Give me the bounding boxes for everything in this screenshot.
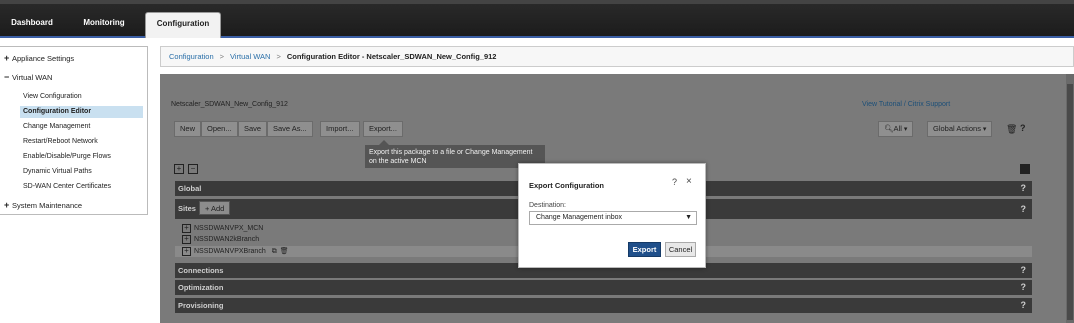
- add-site-button[interactable]: + Add: [198, 201, 231, 215]
- open-button[interactable]: Open...: [201, 121, 238, 137]
- scrollbar-thumb[interactable]: [1067, 84, 1073, 320]
- filter-dropdown[interactable]: 🔍︎All: [878, 121, 914, 137]
- search-icon: 🔍︎: [884, 124, 894, 133]
- expand-icon: +: [4, 200, 10, 210]
- panel-toggle-icon[interactable]: [1020, 164, 1030, 174]
- breadcrumb-separator: >: [219, 52, 225, 61]
- sidebar-virtual-wan[interactable]: − Virtual WAN: [4, 72, 52, 82]
- copy-icon[interactable]: ⧉: [272, 248, 277, 255]
- sidebar-system-maintenance[interactable]: + System Maintenance: [4, 200, 82, 210]
- breadcrumb-separator: >: [276, 52, 281, 61]
- breadcrumb: Configuration > Virtual WAN > Configuration …: [160, 46, 1074, 67]
- top-strip: [0, 0, 1074, 4]
- tab-configuration[interactable]: Configuration: [145, 12, 221, 38]
- collapse-icon: −: [4, 72, 10, 82]
- expand-icon: +: [4, 53, 10, 63]
- help-icon[interactable]: ?: [1020, 123, 1026, 133]
- export-configuration-dialog: Export Configuration ? × Destination: Ch…: [518, 163, 706, 268]
- sidebar-item-change-management[interactable]: Change Management: [22, 121, 145, 133]
- section-optimization-label: Optimization: [178, 283, 224, 292]
- sidebar-item-dynamic-virtual-paths[interactable]: Dynamic Virtual Paths: [22, 166, 145, 178]
- sidebar: + Appliance Settings − Virtual WAN View Co…: [0, 46, 148, 215]
- package-name: Netscaler_SDWAN_New_Config_912: [171, 101, 288, 108]
- cancel-button[interactable]: Cancel: [665, 242, 696, 257]
- help-icon[interactable]: ?: [1021, 263, 1027, 278]
- save-as-button[interactable]: Save As...: [267, 121, 313, 137]
- destination-select[interactable]: Change Management inbox ▼: [529, 211, 697, 225]
- sidebar-item-restart-reboot-network[interactable]: Restart/Reboot Network: [22, 136, 145, 148]
- new-button[interactable]: New: [174, 121, 202, 137]
- breadcrumb-virtual-wan[interactable]: Virtual WAN: [230, 52, 270, 61]
- tab-monitoring[interactable]: Monitoring: [74, 14, 134, 38]
- expand-all-icon[interactable]: +: [174, 164, 184, 174]
- trash-icon[interactable]: 🗑: [280, 248, 289, 255]
- help-icon[interactable]: ?: [672, 177, 677, 187]
- site-item[interactable]: + NSSDWANVPX_MCN: [182, 223, 263, 234]
- sidebar-item-enable-disable-purge-flows[interactable]: Enable/Disable/Purge Flows: [22, 151, 145, 163]
- sidebar-appliance-settings[interactable]: + Appliance Settings: [4, 53, 74, 63]
- sidebar-virtual-wan-label: Virtual WAN: [12, 73, 53, 82]
- site-name: NSSDWANVPX_MCN: [194, 225, 264, 232]
- filter-value: All: [893, 124, 902, 133]
- section-connections-label: Connections: [178, 266, 224, 275]
- scrollbar[interactable]: [1066, 74, 1074, 323]
- section-provisioning[interactable]: Provisioning?: [175, 298, 1032, 313]
- dialog-title: Export Configuration: [529, 181, 604, 190]
- breadcrumb-current: Configuration Editor - Netscaler_SDWAN_N…: [286, 52, 497, 61]
- sidebar-appliance-settings-label: Appliance Settings: [12, 54, 75, 63]
- section-sites-label: Sites: [178, 204, 196, 213]
- collapse-all-icon[interactable]: −: [188, 164, 198, 174]
- help-icon[interactable]: ?: [1021, 280, 1027, 295]
- global-actions-dropdown[interactable]: Global Actions: [927, 121, 993, 137]
- destination-label: Destination:: [529, 202, 566, 209]
- export-confirm-button[interactable]: Export: [628, 242, 661, 257]
- site-item[interactable]: + NSSDWAN2kBranch: [182, 234, 259, 245]
- add-site-label: Add: [211, 204, 225, 213]
- site-name: NSSDWANVPXBranch: [194, 248, 266, 255]
- sidebar-system-maintenance-label: System Maintenance: [12, 201, 83, 210]
- top-navigation-bar: Dashboard Monitoring Configuration: [0, 0, 1074, 38]
- help-icon[interactable]: ?: [1021, 199, 1027, 219]
- expand-icon[interactable]: +: [182, 246, 191, 256]
- section-optimization[interactable]: Optimization?: [175, 280, 1032, 295]
- close-icon[interactable]: ×: [686, 176, 692, 187]
- section-global-label: Global: [178, 184, 202, 193]
- site-name: NSSDWAN2kBranch: [194, 236, 260, 243]
- sidebar-item-configuration-editor[interactable]: Configuration Editor: [20, 106, 143, 118]
- sidebar-item-view-configuration[interactable]: View Configuration: [22, 91, 145, 103]
- trash-icon[interactable]: 🗑: [1006, 124, 1017, 135]
- tab-dashboard[interactable]: Dashboard: [4, 14, 60, 38]
- help-icon[interactable]: ?: [1021, 181, 1027, 196]
- sidebar-item-sdwan-center-certificates[interactable]: SD-WAN Center Certificates: [22, 181, 145, 193]
- save-button[interactable]: Save: [238, 121, 268, 137]
- chevron-down-icon: ▼: [685, 214, 692, 221]
- site-item[interactable]: + NSSDWANVPXBranch ⧉ 🗑: [182, 246, 289, 257]
- expand-icon[interactable]: +: [182, 234, 191, 244]
- section-provisioning-label: Provisioning: [178, 301, 224, 310]
- tutorial-link[interactable]: View Tutorial / Citrix Support: [862, 101, 950, 108]
- expand-icon[interactable]: +: [182, 223, 191, 233]
- export-button[interactable]: Export...: [363, 121, 403, 137]
- import-button[interactable]: Import...: [320, 121, 360, 137]
- breadcrumb-configuration[interactable]: Configuration: [169, 52, 214, 61]
- destination-value: Change Management inbox: [536, 214, 623, 221]
- help-icon[interactable]: ?: [1021, 298, 1027, 313]
